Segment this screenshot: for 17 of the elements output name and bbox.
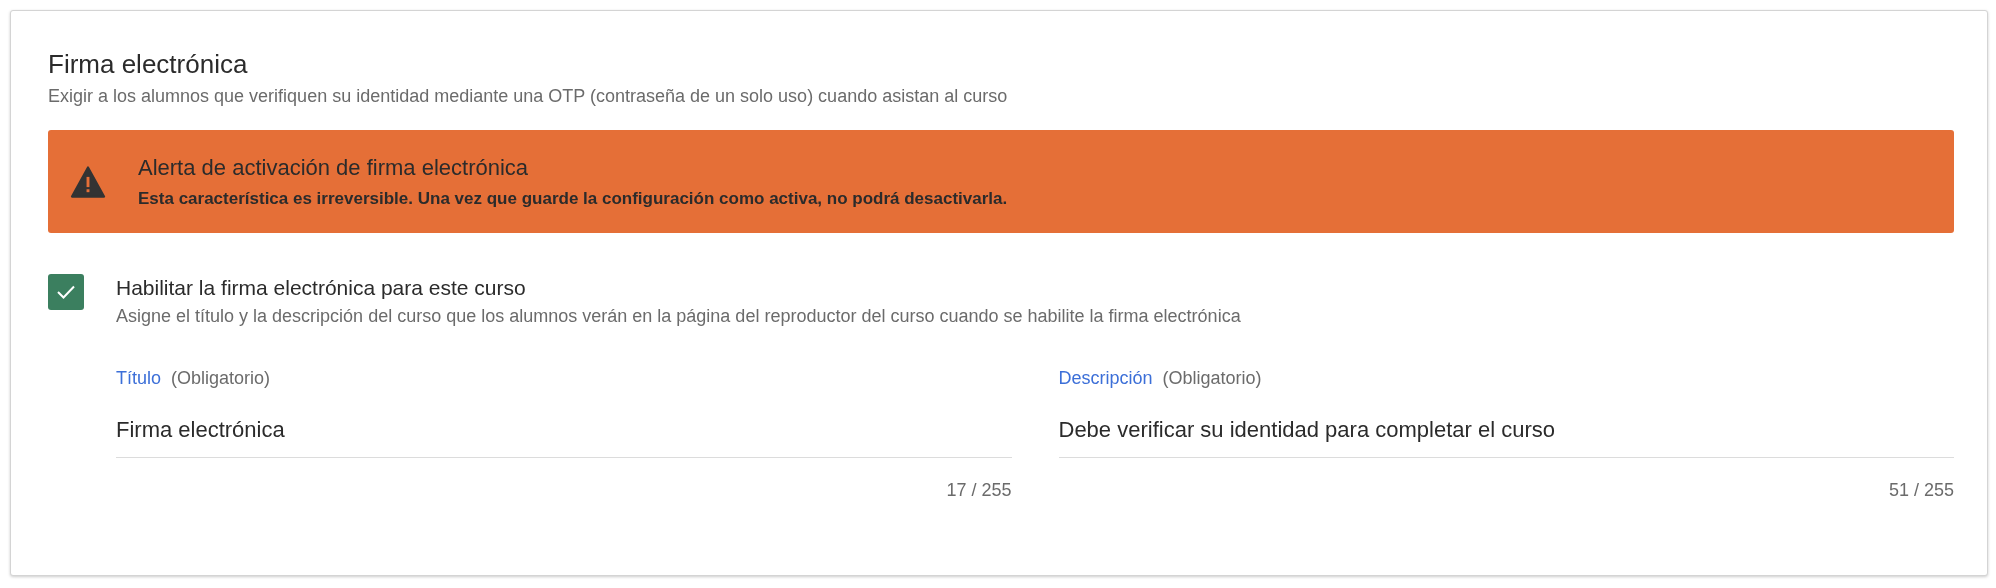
check-icon [56,284,76,300]
checkbox-description: Asigne el título y la descripción del curso que los alumnos verán en la página del reproductor del curso cuando se habilite la firma electrónica [116,305,1242,328]
checkbox[interactable] [48,274,84,310]
character-counter: 51 / 255 [1888,479,1954,502]
text-field[interactable]: Debe verificar su identidad para completar el curso [1058,410,1954,458]
character-counter: 17 / 255 [946,479,1012,502]
field-label: Título [116,367,162,390]
checkbox-label: Habilitar la firma electrónica para este curso [116,275,527,301]
field-label: Descripción [1058,367,1153,390]
section-title: Firma electrónica [48,48,249,81]
required-hint: (Obligatorio) [171,367,271,390]
alert-message: Esta característica es irreversible. Una vez que guarde la configuración como activa, no podrá desactivarla. [138,187,1008,210]
warning-icon [70,165,106,198]
alert-title: Alerta de activación de firma electrónica [138,153,530,182]
text-field[interactable]: Firma electrónica [116,410,1012,458]
required-hint: (Obligatorio) [1162,367,1262,390]
section-description: Exigir a los alumnos que verifiquen su identidad mediante una OTP (contraseña de un solo uso) cuando asistan al curso [48,85,1009,108]
